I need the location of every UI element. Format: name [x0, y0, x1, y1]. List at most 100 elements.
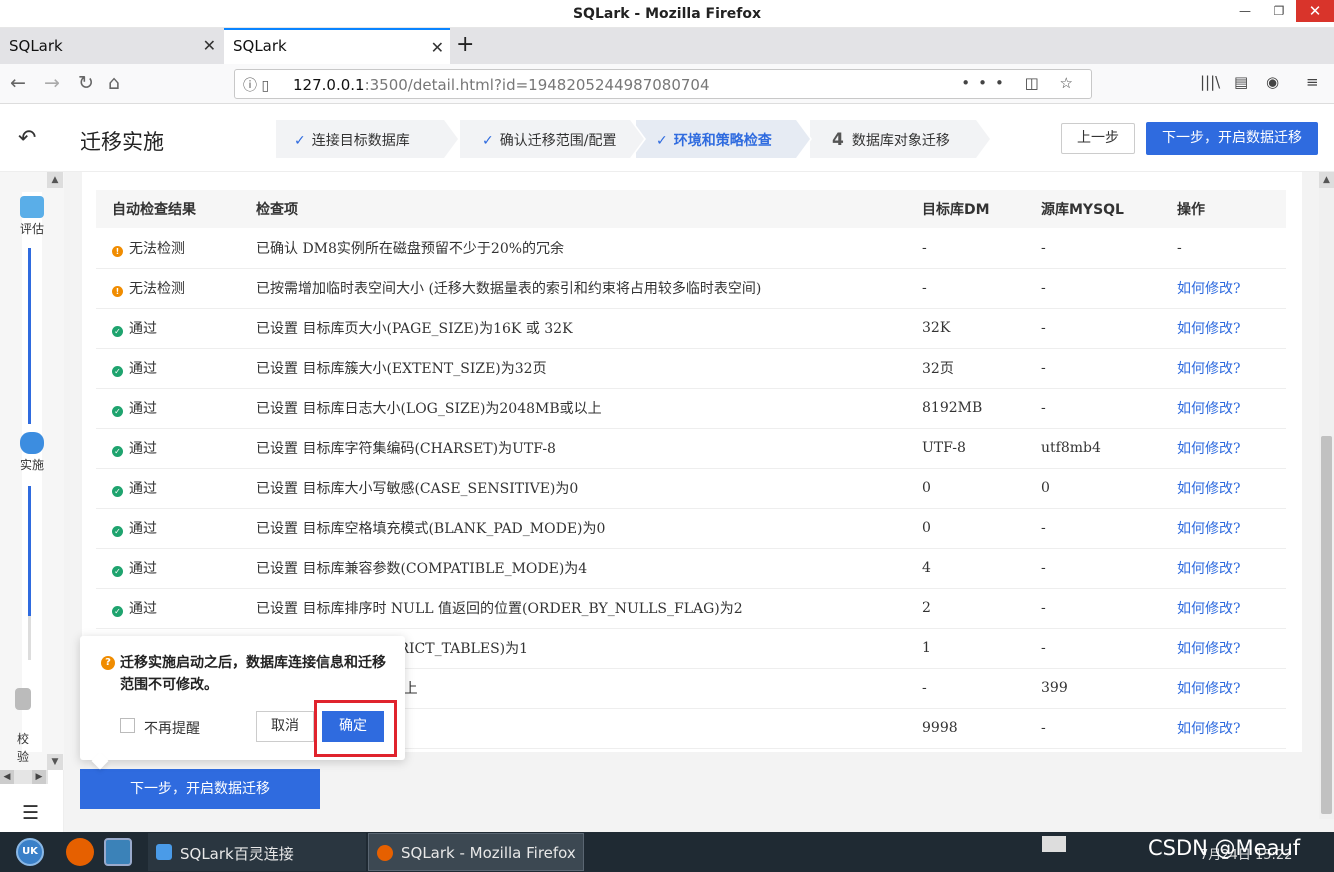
- action-cell: 如何修改?: [1161, 708, 1286, 749]
- taskbar-item-sqlark[interactable]: SQLark百灵连接: [148, 833, 366, 871]
- source-value-cell: -: [1025, 588, 1161, 629]
- scroll-down-icon[interactable]: ▼: [47, 754, 63, 770]
- column-header: 检查项: [240, 190, 906, 228]
- close-tab-icon[interactable]: ✕: [431, 38, 444, 57]
- action-cell: -: [1161, 228, 1286, 269]
- rail-item-label: 实施: [19, 458, 44, 472]
- target-value-cell: 2: [906, 588, 1025, 629]
- source-value-cell-text: -: [1041, 280, 1046, 296]
- scroll-thumb[interactable]: [1321, 436, 1332, 814]
- forward-icon[interactable]: →: [44, 72, 60, 94]
- check-item-cell-text: 已确认 DM8实例所在磁盘预留不少于20%的冗余: [256, 240, 565, 257]
- verify-icon: [15, 688, 31, 710]
- confirm-button[interactable]: 确定: [322, 711, 384, 742]
- start-migration-button[interactable]: 下一步，开启数据迁移: [80, 769, 320, 809]
- how-to-fix-link[interactable]: 如何修改?: [1177, 401, 1241, 417]
- source-value-cell: 399: [1025, 668, 1161, 709]
- sqlark-app-icon: [156, 844, 172, 860]
- how-to-fix-link[interactable]: 如何修改?: [1177, 481, 1241, 497]
- start-menu-icon[interactable]: UK: [16, 838, 44, 866]
- how-to-fix-link[interactable]: 如何修改?: [1177, 441, 1241, 457]
- status-cell-text: 通过: [129, 361, 157, 377]
- browser-tab-1[interactable]: SQLark ✕: [0, 28, 222, 64]
- step-label: 确认迁移范围/配置: [499, 133, 617, 149]
- menu-icon[interactable]: ☰: [22, 802, 39, 824]
- close-window-button[interactable]: ✕: [1296, 0, 1334, 22]
- check-circle-icon: ✓: [112, 406, 123, 417]
- source-value-cell: utf8mb4: [1025, 428, 1161, 469]
- file-manager-icon[interactable]: [104, 838, 132, 866]
- taskbar-item-firefox[interactable]: SQLark - Mozilla Firefox: [368, 833, 584, 871]
- target-value-cell: 1: [906, 628, 1025, 669]
- rail-h-scrollbar[interactable]: ◀ ▶: [0, 770, 48, 784]
- new-tab-button[interactable]: +: [456, 32, 474, 57]
- main-v-scrollbar[interactable]: ▲: [1319, 172, 1334, 819]
- status-cell: ! 无法检测: [96, 228, 240, 269]
- step-1: ✓ 连接目标数据库: [276, 120, 460, 158]
- scroll-right-icon[interactable]: ▶: [32, 770, 46, 784]
- how-to-fix-link[interactable]: 如何修改?: [1177, 721, 1241, 737]
- step-4: 4 数据库对象迁移: [810, 120, 992, 158]
- rail-item-verify[interactable]: 校 验: [13, 670, 33, 766]
- dont-remind-checkbox[interactable]: [120, 718, 135, 733]
- left-rail: ▲ 评估 实施 校 验 ▼ ◀ ▶ ☰: [0, 172, 64, 832]
- how-to-fix-link[interactable]: 如何修改?: [1177, 521, 1241, 537]
- status-cell-text: 通过: [129, 321, 157, 337]
- close-tab-icon[interactable]: ✕: [203, 36, 216, 55]
- browser-tab-2-active[interactable]: SQLark ✕: [224, 28, 450, 64]
- question-icon: ?: [101, 656, 115, 670]
- minimize-button[interactable]: —: [1226, 0, 1264, 24]
- page-actions-icon[interactable]: ••• ◫ ☆: [961, 74, 1081, 92]
- source-value-cell: -: [1025, 508, 1161, 549]
- source-value-cell: -: [1025, 628, 1161, 669]
- firefox-launcher-icon[interactable]: [66, 838, 94, 866]
- next-step-button[interactable]: 下一步，开启数据迁移: [1146, 122, 1318, 155]
- how-to-fix-link[interactable]: 如何修改?: [1177, 281, 1241, 297]
- how-to-fix-link[interactable]: 如何修改?: [1177, 641, 1241, 657]
- hamburger-menu-icon[interactable]: ≡: [1306, 73, 1319, 91]
- source-value-cell: -: [1025, 308, 1161, 349]
- sidebar-toggle-icon[interactable]: ▤: [1234, 73, 1248, 91]
- home-icon[interactable]: ⌂: [108, 72, 120, 94]
- database-icon: [20, 432, 44, 454]
- action-cell: 如何修改?: [1161, 268, 1286, 309]
- how-to-fix-link[interactable]: 如何修改?: [1177, 601, 1241, 617]
- tab-label: SQLark: [9, 37, 63, 55]
- source-value-cell-text: -: [1041, 320, 1046, 336]
- status-cell: ! 无法检测: [96, 268, 240, 309]
- scroll-left-icon[interactable]: ◀: [0, 770, 14, 784]
- source-value-cell: -: [1025, 388, 1161, 429]
- rail-item-implement[interactable]: 实施: [14, 432, 50, 473]
- how-to-fix-link[interactable]: 如何修改?: [1177, 321, 1241, 337]
- how-to-fix-link[interactable]: 如何修改?: [1177, 681, 1241, 697]
- target-value-cell: 0: [906, 508, 1025, 549]
- scroll-up-icon[interactable]: ▲: [47, 172, 63, 188]
- task-label: SQLark - Mozilla Firefox: [401, 844, 576, 862]
- library-icon[interactable]: |||\: [1200, 73, 1220, 91]
- account-icon[interactable]: ◉: [1266, 73, 1279, 91]
- reload-icon[interactable]: ↻: [78, 72, 94, 94]
- source-value-cell: -: [1025, 548, 1161, 589]
- status-cell: ✓ 通过: [96, 348, 240, 389]
- dont-remind-label[interactable]: 不再提醒: [144, 718, 200, 738]
- table-row: ✓ 通过 已设置 目标库簇大小(EXTENT_SIZE)为32页 32页 - 如何修改?: [96, 348, 1286, 389]
- url-bar[interactable]: ⓘ ▯ 127.0.0.1:3500/detail.html?id=194820…: [234, 69, 1092, 99]
- action-cell: 如何修改?: [1161, 588, 1286, 629]
- cancel-button[interactable]: 取消: [256, 711, 314, 742]
- tray-window-icon[interactable]: [1042, 836, 1066, 852]
- check-circle-icon: ✓: [112, 606, 123, 617]
- scroll-up-icon[interactable]: ▲: [1319, 172, 1334, 188]
- how-to-fix-link[interactable]: 如何修改?: [1177, 561, 1241, 577]
- prev-step-button[interactable]: 上一步: [1061, 123, 1135, 154]
- back-icon[interactable]: ←: [10, 72, 26, 94]
- rail-item-assess[interactable]: 评估: [14, 196, 50, 237]
- maximize-button[interactable]: ❐: [1260, 0, 1298, 24]
- check-item-cell-text: 已设置 目标库大小写敏感(CASE_SENSITIVE)为0: [256, 481, 579, 497]
- url-text[interactable]: 127.0.0.1:3500/detail.html?id=1948205244…: [293, 76, 710, 94]
- how-to-fix-link[interactable]: 如何修改?: [1177, 361, 1241, 377]
- target-value-cell: 8192MB: [906, 388, 1025, 429]
- check-circle-icon: ✓: [112, 486, 123, 497]
- source-value-cell-text: -: [1041, 600, 1046, 616]
- back-arrow-icon[interactable]: ↶: [18, 126, 36, 151]
- site-info-icon[interactable]: ⓘ ▯: [243, 75, 269, 95]
